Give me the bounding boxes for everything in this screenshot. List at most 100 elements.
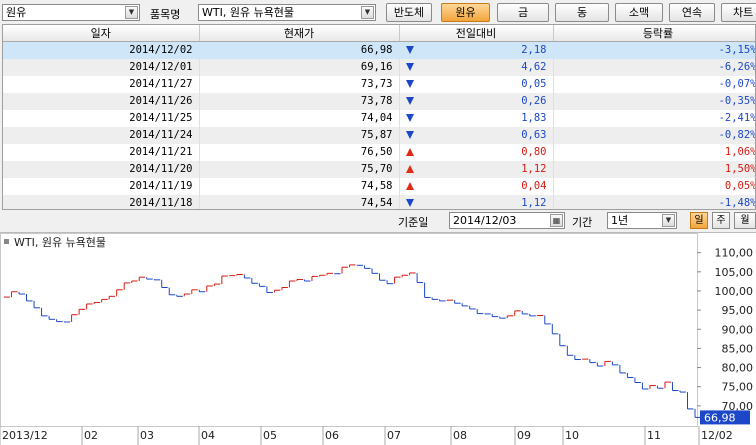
plot-area: [0, 233, 698, 427]
last-value-label: 66,98: [704, 411, 736, 424]
x-tick-label: 11: [647, 429, 661, 442]
y-tick-label: 100,00: [715, 285, 754, 298]
category-select-value: 원유: [6, 6, 27, 19]
cell-change: 0,63: [399, 126, 554, 144]
chart-title: WTI, 원유 뉴욕현물: [14, 236, 106, 249]
cell-change-value: 1,12: [521, 163, 547, 175]
period-select[interactable]: 1년 ▼: [607, 212, 677, 229]
chart-button[interactable]: 차트: [721, 3, 756, 22]
cell-date: 2014/12/01: [3, 58, 200, 76]
semiconductor-button[interactable]: 반도체: [386, 3, 432, 22]
cell-change-value: 0,63: [521, 129, 547, 141]
cell-change: 0,26: [399, 92, 554, 110]
table-row[interactable]: 2014/11/18 74,54 1,12 -1,48%: [3, 194, 755, 209]
up-arrow-icon: [405, 164, 414, 173]
price-table: 일자 현재가 전일대비 등락률 2014/12/02 66,98 2,18 -3,15…: [2, 24, 756, 210]
up-arrow-icon: [405, 147, 414, 156]
cell-change-value: 2,18: [521, 44, 547, 57]
continuous-button[interactable]: 연속: [669, 3, 715, 22]
period-select-value: 1년: [611, 214, 629, 227]
chart-svg: WTI, 원유 뉴욕현물 110,00 105,00 100,00 95,00 90,00…: [0, 233, 754, 445]
tab-daily[interactable]: 일: [690, 212, 708, 229]
cell-change-value: 0,04: [521, 180, 547, 192]
cell-change: 0,04: [399, 177, 554, 195]
wheat-button[interactable]: 소맥: [615, 3, 663, 22]
cell-change-value: 1,83: [521, 112, 547, 124]
x-tick-label: 10: [565, 429, 579, 442]
table-header-row: 일자 현재가 전일대비 등락률: [3, 25, 755, 42]
cell-rate: 1,50%: [553, 160, 755, 178]
gold-button[interactable]: 금: [497, 3, 549, 22]
col-header-price[interactable]: 현재가: [199, 25, 400, 42]
y-tick-label: 80,00: [722, 362, 754, 375]
tab-monthly[interactable]: 월: [734, 212, 756, 229]
cell-change-value: 0,26: [521, 95, 547, 107]
cell-price: 74,58: [199, 177, 400, 195]
col-header-rate[interactable]: 등락률: [553, 25, 755, 42]
tab-weekly[interactable]: 주: [712, 212, 730, 229]
y-tick-label: 75,00: [722, 381, 754, 394]
cell-price: 66,98: [199, 41, 400, 59]
cell-date: 2014/11/21: [3, 143, 200, 161]
cell-change-value: 1,12: [521, 197, 547, 209]
y-tick-label: 90,00: [722, 323, 754, 336]
cell-rate: -2,41%: [553, 109, 755, 127]
cell-change: 1,12: [399, 194, 554, 209]
down-arrow-icon: [405, 79, 414, 88]
col-header-date[interactable]: 일자: [3, 25, 200, 42]
up-arrow-icon: [405, 181, 414, 190]
down-arrow-icon: [405, 96, 414, 105]
y-tick-label: 85,00: [722, 342, 754, 355]
down-arrow-icon: [405, 198, 414, 207]
cell-date: 2014/11/25: [3, 109, 200, 127]
cell-price: 74,04: [199, 109, 400, 127]
down-arrow-icon: [405, 113, 414, 122]
item-select[interactable]: WTI, 원유 뉴욕현물 ▼: [198, 4, 376, 21]
chevron-down-icon[interactable]: ▼: [662, 214, 675, 227]
table-row[interactable]: 2014/11/21 76,50 0,80 1,06%: [3, 143, 755, 161]
cell-price: 75,87: [199, 126, 400, 144]
calendar-icon[interactable]: ▦: [550, 214, 563, 227]
x-tick-label: 2013/12: [2, 429, 48, 442]
price-chart: WTI, 원유 뉴욕현물 110,00 105,00 100,00 95,00 90,00…: [0, 232, 756, 445]
cell-rate: 1,06%: [553, 143, 755, 161]
cell-change: 1,12: [399, 160, 554, 178]
item-select-value: WTI, 원유 뉴욕현물: [202, 6, 295, 19]
cell-date: 2014/11/18: [3, 194, 200, 209]
cell-change: 1,83: [399, 109, 554, 127]
cell-date: 2014/11/24: [3, 126, 200, 144]
category-select[interactable]: 원유 ▼: [2, 4, 140, 21]
cell-price: 73,73: [199, 75, 400, 93]
down-arrow-icon: [405, 62, 414, 71]
x-tick-label: 07: [387, 429, 401, 442]
base-date-input[interactable]: 2014/12/03 ▦: [449, 212, 565, 229]
down-arrow-icon: [405, 130, 414, 139]
table-row[interactable]: 2014/12/02 66,98 2,18 -3,15%: [3, 41, 755, 59]
table-row[interactable]: 2014/11/20 75,70 1,12 1,50%: [3, 160, 755, 178]
table-row[interactable]: 2014/11/26 73,78 0,26 -0,35%: [3, 92, 755, 110]
cell-date: 2014/12/02: [3, 41, 200, 59]
crude-oil-button[interactable]: 원유: [441, 3, 490, 22]
cell-date: 2014/11/27: [3, 75, 200, 93]
x-tick-label: 06: [325, 429, 339, 442]
cell-change-value: 4,62: [521, 61, 547, 73]
period-label: 기간: [572, 216, 593, 229]
cell-change: 4,62: [399, 58, 554, 76]
table-row[interactable]: 2014/11/24 75,87 0,63 -0,82%: [3, 126, 755, 144]
chevron-down-icon[interactable]: ▼: [361, 6, 374, 19]
table-row[interactable]: 2014/11/27 73,73 0,05 -0,07%: [3, 75, 755, 93]
cell-date: 2014/11/19: [3, 177, 200, 195]
table-row[interactable]: 2014/12/01 69,16 4,62 -6,26%: [3, 58, 755, 76]
chevron-down-icon[interactable]: ▼: [125, 6, 138, 19]
copper-button[interactable]: 동: [555, 3, 609, 22]
cell-rate: -3,15%: [553, 41, 755, 59]
x-tick-label: 04: [201, 429, 215, 442]
x-tick-label: 03: [140, 429, 154, 442]
table-row[interactable]: 2014/11/25 74,04 1,83 -2,41%: [3, 109, 755, 127]
cell-rate: -0,07%: [553, 75, 755, 93]
item-label: 품목명: [150, 8, 181, 21]
table-row[interactable]: 2014/11/19 74,58 0,04 0,05%: [3, 177, 755, 195]
cell-price: 76,50: [199, 143, 400, 161]
y-tick-label: 95,00: [722, 304, 754, 317]
col-header-change[interactable]: 전일대비: [399, 25, 554, 42]
